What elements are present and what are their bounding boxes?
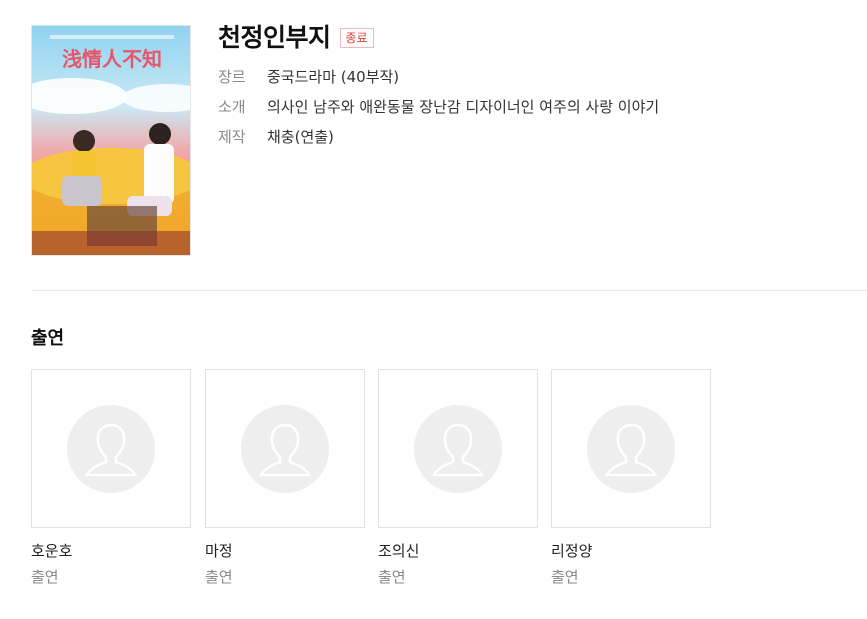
drama-poster[interactable]: 浅情人不知 — [31, 25, 191, 256]
cast-photo[interactable] — [205, 369, 365, 528]
cast-role: 출연 — [205, 568, 233, 586]
cast-photo[interactable] — [378, 369, 538, 528]
poster-image: 浅情人不知 — [32, 26, 190, 255]
cast-role: 출연 — [378, 568, 406, 586]
section-divider — [31, 290, 867, 291]
drama-info: 천정인부지 종료 장르 중국드라마 (40부작) 소개 의사인 남주와 애완동물… — [218, 18, 659, 158]
drama-title[interactable]: 천정인부지 — [218, 18, 331, 54]
cast-name[interactable]: 조의신 — [378, 541, 538, 561]
meta-label: 제작 — [218, 128, 246, 146]
meta-row-synopsis: 소개 의사인 남주와 애완동물 장난감 디자이너인 여주의 사랑 이야기 — [218, 98, 659, 128]
meta-value: 의사인 남주와 애완동물 장난감 디자이너인 여주의 사랑 이야기 — [267, 98, 660, 116]
cast-section-title: 출연 — [31, 328, 65, 349]
cast-role: 출연 — [31, 568, 59, 586]
cast-card[interactable]: 마정 출연 — [205, 369, 365, 587]
meta-value: 중국드라마 (40부작) — [267, 68, 400, 86]
meta-row-production: 제작 채충(연출) — [218, 128, 659, 158]
poster-title-text: 浅情人不知 — [62, 47, 162, 71]
person-placeholder-icon — [67, 404, 155, 493]
cast-name[interactable]: 마정 — [205, 541, 365, 561]
status-badge: 종료 — [339, 27, 374, 48]
cast-photo[interactable] — [551, 369, 711, 528]
title-row: 천정인부지 종료 — [218, 18, 659, 54]
person-placeholder-icon — [241, 404, 329, 493]
cast-card[interactable]: 리정양 출연 — [551, 369, 711, 587]
meta-label: 소개 — [218, 98, 246, 116]
person-placeholder-icon — [414, 404, 502, 493]
cast-card[interactable]: 조의신 출연 — [378, 369, 538, 587]
meta-label: 장르 — [218, 68, 246, 86]
meta-row-genre: 장르 중국드라마 (40부작) — [218, 68, 659, 98]
cast-name[interactable]: 호운호 — [31, 541, 191, 561]
meta-value[interactable]: 채충(연출) — [267, 128, 334, 158]
cast-card[interactable]: 호운호 출연 — [31, 369, 191, 587]
cast-photo[interactable] — [31, 369, 191, 528]
cast-name[interactable]: 리정양 — [551, 541, 711, 561]
cast-role: 출연 — [551, 568, 579, 586]
drama-meta: 장르 중국드라마 (40부작) 소개 의사인 남주와 애완동물 장난감 디자이너… — [218, 68, 659, 158]
person-placeholder-icon — [587, 404, 675, 493]
